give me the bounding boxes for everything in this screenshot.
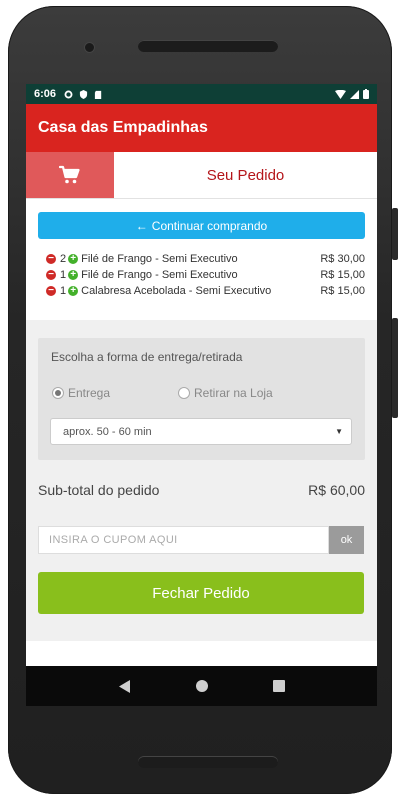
order-items-list: − 2 + Filé de Frango - Semi Executivo R$… [46, 251, 365, 299]
radio-checked-icon [52, 387, 64, 399]
coupon-ok-button[interactable]: ok [329, 526, 364, 554]
increase-quantity-icon[interactable]: + [68, 270, 79, 280]
radio-retirar-na-loja[interactable]: Retirar na Loja [178, 386, 273, 400]
checkout-section: Escolha a forma de entrega/retirada Entr… [26, 320, 377, 641]
radio-unchecked-icon [178, 387, 190, 399]
item-price: R$ 15,00 [320, 285, 365, 297]
radio-entrega-label: Entrega [68, 386, 111, 400]
checkout-button[interactable]: Fechar Pedido [38, 572, 364, 614]
coupon-input[interactable]: INSIRA O CUPOM AQUI [38, 526, 329, 554]
tab-seu-pedido[interactable]: Seu Pedido [114, 152, 377, 198]
checkout-button-label: Fechar Pedido [152, 584, 250, 602]
power-button [392, 318, 398, 418]
item-name: Calabresa Acebolada - Semi Executivo [81, 285, 272, 297]
cell-signal-icon [350, 89, 359, 99]
volume-button [392, 208, 398, 260]
item-quantity: 2 [60, 253, 67, 265]
delivery-time-select[interactable]: aprox. 50 - 60 min ▼ [50, 418, 352, 445]
tab-bar: Seu Pedido [26, 152, 377, 199]
battery-icon [363, 89, 369, 99]
item-name: Filé de Frango - Semi Executivo [81, 269, 238, 281]
continue-shopping-label: Continuar comprando [151, 218, 268, 233]
shopping-cart-icon [59, 165, 80, 184]
app-title: Casa das Empadinhas [38, 119, 208, 136]
coupon-form: INSIRA O CUPOM AQUI ok [38, 526, 364, 554]
dropdown-arrow-icon: ▼ [335, 427, 343, 436]
status-time: 6:06 [34, 88, 57, 100]
back-triangle-icon [118, 679, 130, 693]
radio-entrega[interactable]: Entrega [52, 386, 110, 400]
app-screen: 6:06 Casa das Empadinhas Seu Pedido ← Co… [26, 84, 377, 706]
item-quantity: 1 [60, 285, 67, 297]
top-speaker [138, 40, 278, 52]
bottom-speaker [138, 756, 278, 768]
front-camera [84, 42, 95, 53]
decrease-quantity-icon[interactable]: − [46, 286, 56, 296]
item-quantity: 1 [60, 269, 67, 281]
arrow-left-icon: ← [135, 218, 148, 233]
tab-seu-pedido-label: Seu Pedido [206, 166, 285, 184]
item-name: Filé de Frango - Semi Executivo [81, 253, 238, 265]
home-circle-icon [195, 680, 208, 692]
status-bar: 6:06 [26, 84, 377, 104]
order-item: − 1 + Filé de Frango - Semi Executivo R$… [46, 267, 365, 283]
recents-square-icon [272, 680, 285, 692]
subtotal-value: R$ 60,00 [308, 482, 365, 498]
radio-retirar-label: Retirar na Loja [194, 386, 273, 400]
app-bar: Casa das Empadinhas [26, 104, 377, 152]
decrease-quantity-icon[interactable]: − [46, 270, 56, 280]
order-item: − 1 + Calabresa Acebolada - Semi Executi… [46, 283, 365, 299]
delivery-time-value: aprox. 50 - 60 min [63, 425, 152, 438]
subtotal-row: Sub-total do pedido R$ 60,00 [38, 482, 365, 498]
wifi-icon [335, 89, 346, 99]
delivery-title: Escolha a forma de entrega/retirada [51, 350, 243, 364]
item-price: R$ 15,00 [320, 269, 365, 281]
order-item: − 2 + Filé de Frango - Semi Executivo R$… [46, 251, 365, 267]
increase-quantity-icon[interactable]: + [68, 254, 79, 264]
increase-quantity-icon[interactable]: + [68, 286, 79, 296]
decrease-quantity-icon[interactable]: − [46, 254, 56, 264]
sd-card-icon [94, 90, 102, 99]
subtotal-label: Sub-total do pedido [38, 482, 160, 498]
settings-icon [64, 90, 73, 98]
android-nav-bar [26, 666, 377, 706]
delivery-options-panel: Escolha a forma de entrega/retirada Entr… [38, 338, 365, 460]
nav-back-button[interactable] [118, 679, 131, 693]
shield-icon [79, 89, 88, 99]
nav-recents-button[interactable] [272, 680, 285, 692]
continue-shopping-button[interactable]: ← Continuar comprando [38, 212, 365, 239]
item-price: R$ 30,00 [320, 253, 365, 265]
tab-cart[interactable] [26, 152, 114, 198]
nav-home-button[interactable] [195, 680, 208, 692]
